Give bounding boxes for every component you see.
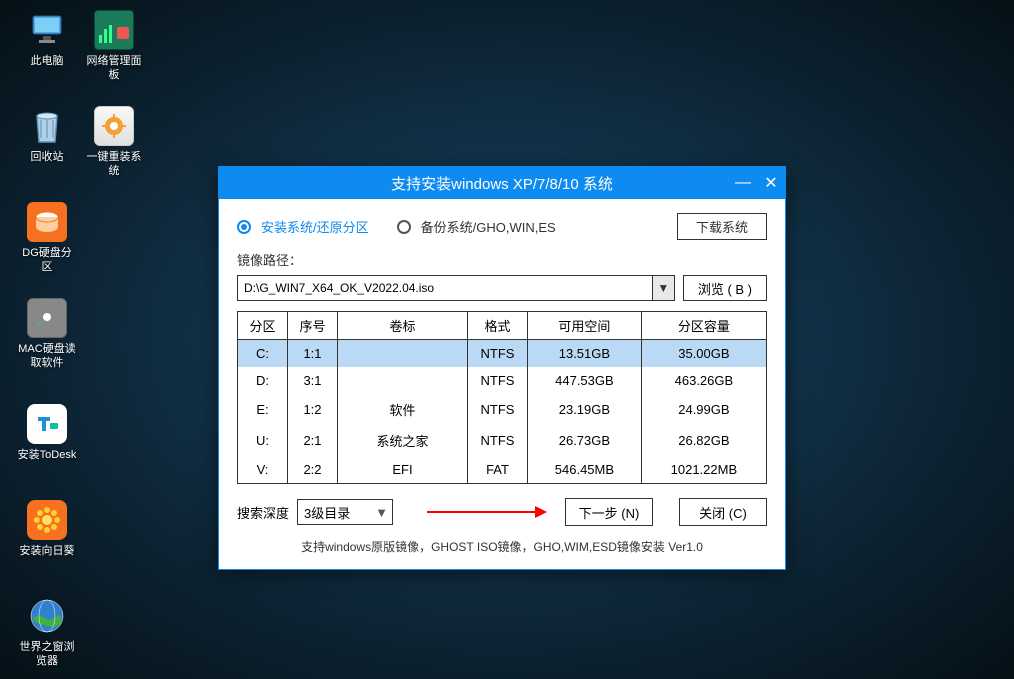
chevron-down-icon: ▼: [375, 505, 388, 520]
install-system-label: 安装系统/还原分区: [261, 217, 369, 236]
cell-volume: 系统之家: [338, 425, 468, 456]
disk-icon: [27, 202, 67, 242]
backup-system-radio[interactable]: [397, 220, 411, 234]
cell-format: NTFS: [468, 425, 528, 456]
cell-free: 447.53GB: [528, 367, 642, 394]
gear-icon: [94, 106, 134, 146]
cell-free: 26.73GB: [528, 425, 642, 456]
cell-serial: 2:2: [288, 456, 338, 484]
cell-partition: D:: [238, 367, 288, 394]
cell-serial: 2:1: [288, 425, 338, 456]
cell-format: NTFS: [468, 394, 528, 425]
cell-serial: 1:2: [288, 394, 338, 425]
col-volume: 卷标: [338, 312, 468, 340]
cell-free: 546.45MB: [528, 456, 642, 484]
partition-table: 分区 序号 卷标 格式 可用空间 分区容量 C:1:1NTFS13.51GB35…: [237, 311, 767, 484]
image-path-label: 镜像路径：: [237, 250, 767, 269]
cell-serial: 3:1: [288, 367, 338, 394]
desktop-icon-mac-disk-reader[interactable]: MAC硬盘读取软件: [17, 298, 77, 370]
desktop-icon-recycle-bin[interactable]: 回收站: [17, 106, 77, 164]
desktop-icon-dg-partition[interactable]: DG硬盘分区: [17, 202, 77, 274]
cell-capacity: 35.00GB: [641, 340, 766, 368]
browse-button[interactable]: 浏览 ( B ): [683, 275, 767, 301]
sunflower-icon: [27, 500, 67, 540]
window-controls: — ✕: [735, 167, 779, 199]
cell-partition: V:: [238, 456, 288, 484]
icon-label: MAC硬盘读取软件: [17, 342, 77, 370]
install-system-radio[interactable]: [237, 220, 251, 234]
col-format: 格式: [468, 312, 528, 340]
cell-partition: U:: [238, 425, 288, 456]
table-row[interactable]: U:2:1系统之家NTFS26.73GB26.82GB: [238, 425, 767, 456]
download-system-button[interactable]: 下载系统: [677, 213, 767, 240]
col-capacity: 分区容量: [641, 312, 766, 340]
desktop-icon-network-panel[interactable]: 网络管理面板: [84, 10, 144, 82]
trash-icon: [27, 106, 67, 146]
cell-format: NTFS: [468, 367, 528, 394]
close-action-button[interactable]: 关闭 (C): [679, 498, 767, 526]
icon-label: 网络管理面板: [84, 54, 144, 82]
next-button[interactable]: 下一步 (N): [565, 498, 653, 526]
icon-label: DG硬盘分区: [17, 246, 77, 274]
table-row[interactable]: E:1:2软件NTFS23.19GB24.99GB: [238, 394, 767, 425]
cell-capacity: 463.26GB: [641, 367, 766, 394]
cell-volume: [338, 340, 468, 368]
minimize-button[interactable]: —: [735, 175, 751, 191]
icon-label: 此电脑: [17, 54, 77, 68]
annotation-arrow: [401, 499, 557, 525]
installer-window: 支持安装windows XP/7/8/10 系统 — ✕ 安装系统/还原分区 备…: [218, 166, 786, 570]
cell-free: 23.19GB: [528, 394, 642, 425]
todesk-icon: [27, 404, 67, 444]
cell-partition: E:: [238, 394, 288, 425]
col-partition: 分区: [238, 312, 288, 340]
desktop-icon-todesk[interactable]: 安装ToDesk: [17, 404, 77, 462]
cell-partition: C:: [238, 340, 288, 368]
icon-label: 安装ToDesk: [17, 448, 77, 462]
col-serial: 序号: [288, 312, 338, 340]
dashboard-icon: [94, 10, 134, 50]
search-depth-select[interactable]: 3级目录 ▼: [297, 499, 393, 525]
search-depth-value: 3级目录: [304, 503, 350, 522]
image-path-input[interactable]: D:\G_WIN7_X64_OK_V2022.04.iso ▼: [237, 275, 675, 301]
titlebar[interactable]: 支持安装windows XP/7/8/10 系统 — ✕: [219, 167, 785, 199]
cell-capacity: 26.82GB: [641, 425, 766, 456]
icon-label: 一键重装系统: [84, 150, 144, 178]
desktop-icon-one-click-reinstall[interactable]: 一键重装系统: [84, 106, 144, 178]
icon-label: 回收站: [17, 150, 77, 164]
chevron-down-icon[interactable]: ▼: [652, 276, 674, 300]
desktop-icon-theworld-browser[interactable]: 世界之窗浏览器: [17, 596, 77, 668]
cell-volume: 软件: [338, 394, 468, 425]
window-title: 支持安装windows XP/7/8/10 系统: [391, 173, 613, 194]
table-row[interactable]: C:1:1 NTFS13.51GB35.00GB: [238, 340, 767, 368]
cell-free: 13.51GB: [528, 340, 642, 368]
cell-format: FAT: [468, 456, 528, 484]
cell-serial: 1:1: [288, 340, 338, 368]
cell-format: NTFS: [468, 340, 528, 368]
cell-volume: [338, 367, 468, 394]
cell-volume: EFI: [338, 456, 468, 484]
desktop-icon-this-pc[interactable]: 此电脑: [17, 10, 77, 68]
col-free: 可用空间: [528, 312, 642, 340]
table-row[interactable]: V:2:2EFIFAT546.45MB1021.22MB: [238, 456, 767, 484]
icon-label: 安装向日葵: [17, 544, 77, 558]
backup-system-label: 备份系统/GHO,WIN,ES: [421, 217, 556, 236]
footer-text: 支持windows原版镜像，GHOST ISO镜像，GHO,WIM,ESD镜像安…: [237, 538, 767, 555]
desktop-icon-sunflower[interactable]: 安装向日葵: [17, 500, 77, 558]
monitor-icon: [27, 10, 67, 50]
cell-capacity: 24.99GB: [641, 394, 766, 425]
globe-icon: [27, 596, 67, 636]
table-row[interactable]: D:3:1 NTFS447.53GB463.26GB: [238, 367, 767, 394]
cell-capacity: 1021.22MB: [641, 456, 766, 484]
icon-label: 世界之窗浏览器: [17, 640, 77, 668]
drive-icon: [27, 298, 67, 338]
search-depth-label: 搜索深度: [237, 503, 289, 522]
close-button[interactable]: ✕: [763, 175, 779, 191]
image-path-value: D:\G_WIN7_X64_OK_V2022.04.iso: [244, 281, 434, 295]
